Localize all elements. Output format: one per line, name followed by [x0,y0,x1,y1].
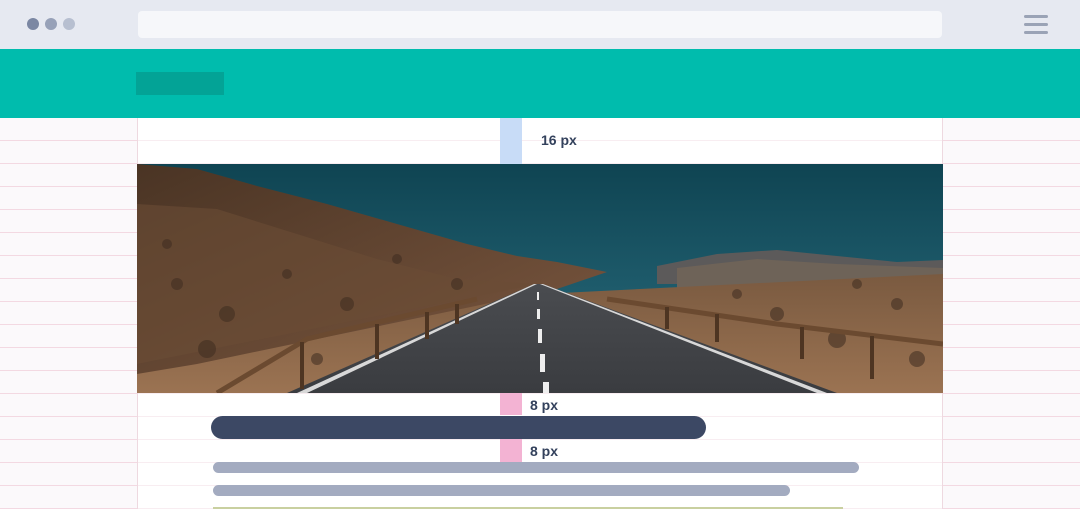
desert-road-photo-icon [137,164,943,393]
spacing-marker-16px [500,118,522,164]
spacing-label-8px-top: 8 px [530,397,559,413]
hero-image [137,164,943,393]
spacing-label-8px-bottom: 8 px [530,443,559,459]
hamburger-menu-icon[interactable] [1024,15,1048,34]
menu-line [1024,23,1048,26]
menu-line [1024,15,1048,18]
minimize-dot-icon[interactable] [45,18,57,30]
maximize-dot-icon[interactable] [63,18,75,30]
spacing-marker-8px-bottom [500,439,522,463]
browser-window: 16 px 8 px 8 px [0,0,1080,509]
text-line-placeholder [213,485,790,496]
spacing-marker-8px-top [500,393,522,415]
browser-chrome [0,0,1080,49]
title-placeholder [211,416,706,439]
menu-line [1024,31,1048,34]
address-bar[interactable] [138,11,942,38]
text-line-placeholder [213,462,859,473]
spacing-label-16px: 16 px [541,132,577,148]
close-dot-icon[interactable] [27,18,39,30]
site-header [0,49,1080,118]
page-canvas: 16 px 8 px 8 px [0,49,1080,509]
logo-placeholder[interactable] [136,72,224,95]
